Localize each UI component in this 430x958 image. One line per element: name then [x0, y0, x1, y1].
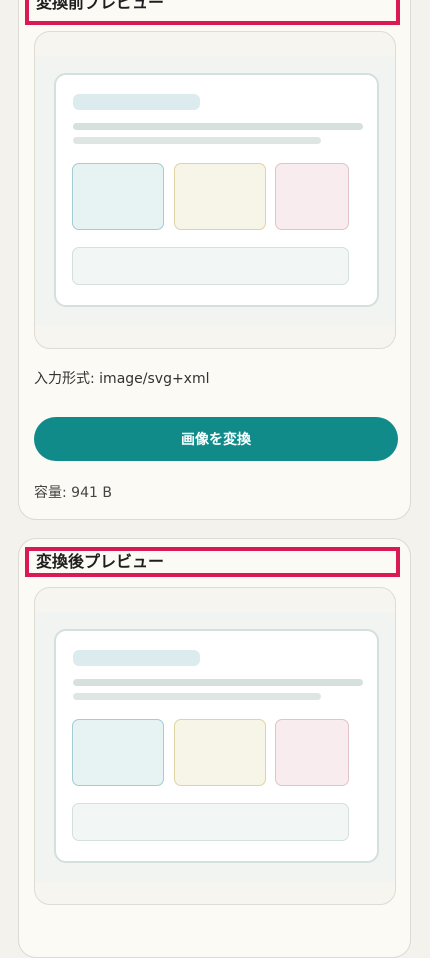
mock-text-line — [73, 679, 363, 686]
mock-wide-panel — [72, 803, 349, 841]
mock-window-illustration — [54, 73, 379, 307]
mock-card-yellow — [174, 719, 266, 786]
before-preview-card: 変換前プレビュー 入力形式: image/svg+xml 画像を変換 容量: 9… — [18, 0, 411, 520]
after-preview-image — [34, 587, 396, 905]
mock-card-pink — [275, 163, 349, 230]
convert-image-button[interactable]: 画像を変換 — [34, 417, 398, 461]
mock-text-line — [73, 693, 321, 700]
mock-card-pink — [275, 719, 349, 786]
mock-text-line — [73, 137, 321, 144]
before-preview-title: 変換前プレビュー — [25, 0, 400, 25]
mock-text-line — [73, 123, 363, 130]
mock-wide-panel — [72, 247, 349, 285]
mock-card-teal — [72, 163, 164, 230]
before-preview-image — [34, 31, 396, 349]
mock-card-teal — [72, 719, 164, 786]
mock-title-bar — [73, 94, 200, 110]
mock-window-illustration — [54, 629, 379, 863]
mock-title-bar — [73, 650, 200, 666]
after-preview-title: 変換後プレビュー — [25, 547, 400, 577]
file-size-label: 容量: 941 B — [34, 485, 112, 501]
mock-card-yellow — [174, 163, 266, 230]
input-format-label: 入力形式: image/svg+xml — [34, 371, 210, 387]
after-preview-card: 変換後プレビュー — [18, 538, 411, 958]
